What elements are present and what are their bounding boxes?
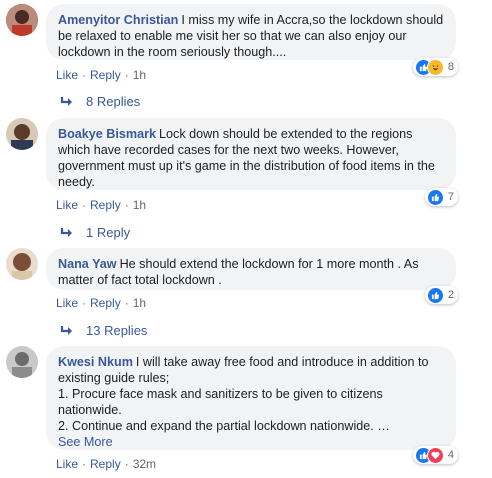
comment-actions: Like · Reply · 1h [56,296,146,310]
reply-link[interactable]: Reply [90,198,121,212]
comment-bubble: Nana Yaw He should extend the lockdown fo… [46,248,456,290]
timestamp[interactable]: 32m [133,457,156,471]
reaction-count: 4 [447,449,454,461]
timestamp[interactable]: 1h [133,296,146,310]
comment-bubble: Kwesi Nkum I will take away free food and… [46,346,456,450]
avatar[interactable] [6,248,38,280]
timestamp[interactable]: 1h [133,68,146,82]
reply-link[interactable]: Reply [90,68,121,82]
haha-icon [426,58,444,76]
replies-label: 1 Reply [86,225,131,240]
reply-link[interactable]: Reply [90,457,121,471]
comment-author[interactable]: Kwesi Nkum [58,355,133,369]
like-link[interactable]: Like [56,296,78,310]
replies-label: 13 Replies [86,323,148,338]
replies-label: 8 Replies [86,94,141,109]
like-icon [426,286,444,304]
like-link[interactable]: Like [56,68,78,82]
comment-bubble: Amenyitor Christian I miss my wife in Acc… [46,4,456,60]
reply-arrow-icon [60,227,72,237]
reaction-count: 7 [447,191,454,203]
timestamp[interactable]: 1h [133,198,146,212]
comment-author[interactable]: Amenyitor Christian [58,13,178,27]
comment-actions: Like · Reply · 32m [56,457,156,471]
comment-actions: Like · Reply · 1h [56,68,146,82]
reply-link[interactable]: Reply [90,296,121,310]
avatar[interactable] [6,118,38,150]
reaction-summary[interactable]: 4 [412,446,458,464]
avatar[interactable] [6,4,38,36]
avatar[interactable] [6,346,38,378]
reply-arrow-icon [60,325,72,335]
like-link[interactable]: Like [56,198,78,212]
separator: · [82,68,87,82]
like-icon [426,188,444,206]
view-replies[interactable]: 1 Reply [60,225,130,240]
reaction-summary[interactable]: 7 [424,188,458,206]
comment-bubble: Boakye Bismark Lock down should be extend… [46,118,456,190]
comment-author[interactable]: Nana Yaw [58,257,117,271]
separator: · [124,198,129,212]
reply-arrow-icon [60,96,72,106]
reaction-count: 2 [447,289,454,301]
separator: · [124,457,129,471]
separator: · [82,198,87,212]
comment-actions: Like · Reply · 1h [56,198,146,212]
see-more-link[interactable]: See More [58,434,444,450]
love-icon [426,446,444,464]
view-replies[interactable]: 13 Replies [60,323,147,338]
separator: · [124,68,129,82]
like-link[interactable]: Like [56,457,78,471]
comment-author[interactable]: Boakye Bismark [58,127,156,141]
separator: · [82,296,87,310]
reaction-count: 8 [447,61,454,73]
view-replies[interactable]: 8 Replies [60,94,140,109]
reaction-summary[interactable]: 8 [412,58,458,76]
separator: · [82,457,87,471]
separator: · [124,296,129,310]
reaction-summary[interactable]: 2 [424,286,458,304]
